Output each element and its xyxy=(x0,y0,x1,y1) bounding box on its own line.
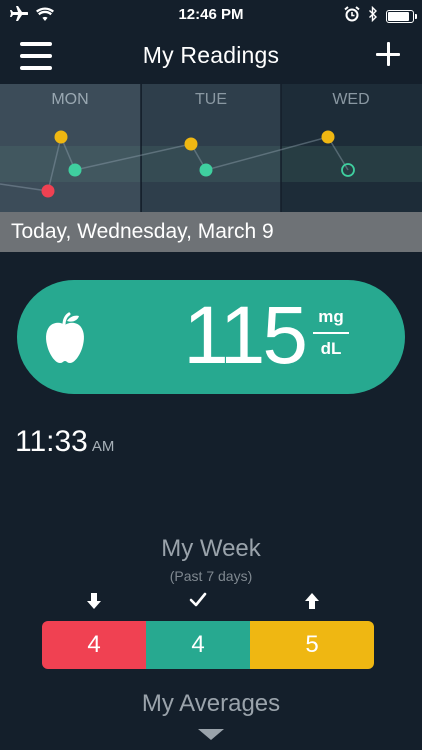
reading-time: 11:33 AM xyxy=(15,425,114,459)
status-bar: 12:46 PM xyxy=(0,0,422,30)
reading-point-high[interactable] xyxy=(54,130,68,144)
page-title: My Readings xyxy=(142,42,280,68)
reading-time-ampm: AM xyxy=(91,438,115,455)
in-range-readings-count[interactable]: 4 xyxy=(146,621,250,669)
day-label-wed: WED xyxy=(332,91,369,108)
high-readings-count[interactable]: 5 xyxy=(250,621,374,669)
date-label: Today, Wednesday, March 9 xyxy=(11,220,274,243)
chevron-down-icon[interactable] xyxy=(198,729,224,740)
reading-point-in-range[interactable] xyxy=(199,163,213,177)
day-label-mon: MON xyxy=(51,91,88,108)
week-summary-bar: 4 4 5 xyxy=(42,621,374,669)
plus-icon[interactable] xyxy=(374,40,402,68)
glucose-value: 115 xyxy=(183,290,308,381)
checkmark-icon xyxy=(146,592,250,613)
arrow-up-icon xyxy=(260,592,364,615)
alarm-icon xyxy=(344,6,360,27)
glucose-reading-card[interactable]: 115 mg dL xyxy=(17,280,405,394)
my-averages-title[interactable]: My Averages xyxy=(0,690,422,718)
reading-point-in-range[interactable] xyxy=(68,163,82,177)
battery-icon xyxy=(386,10,417,23)
unit-fraction-bar xyxy=(313,332,349,334)
glucose-unit: mg dL xyxy=(313,306,349,360)
reading-point-low[interactable] xyxy=(41,184,55,198)
low-readings-count[interactable]: 4 xyxy=(42,621,146,669)
my-week-title: My Week xyxy=(161,535,261,562)
reading-point-high[interactable] xyxy=(184,137,198,151)
my-week-subtitle: (Past 7 days) xyxy=(169,568,253,584)
reading-time-value: 11:33 xyxy=(15,425,88,458)
arrow-down-icon xyxy=(42,592,146,615)
week-chart[interactable]: MON TUE WED xyxy=(0,84,422,212)
range-indicators xyxy=(42,592,374,614)
nav-bar: My Readings xyxy=(0,30,422,84)
target-range-band xyxy=(0,146,422,182)
apple-icon xyxy=(43,312,87,369)
unit-denominator: dL xyxy=(320,339,342,358)
week-chart-svg: MON TUE WED xyxy=(0,84,422,212)
date-header: Today, Wednesday, March 9 xyxy=(0,212,422,252)
reading-point-high[interactable] xyxy=(321,130,335,144)
unit-numerator: mg xyxy=(318,307,344,326)
day-label-tue: TUE xyxy=(195,91,227,108)
bluetooth-icon xyxy=(368,5,378,27)
